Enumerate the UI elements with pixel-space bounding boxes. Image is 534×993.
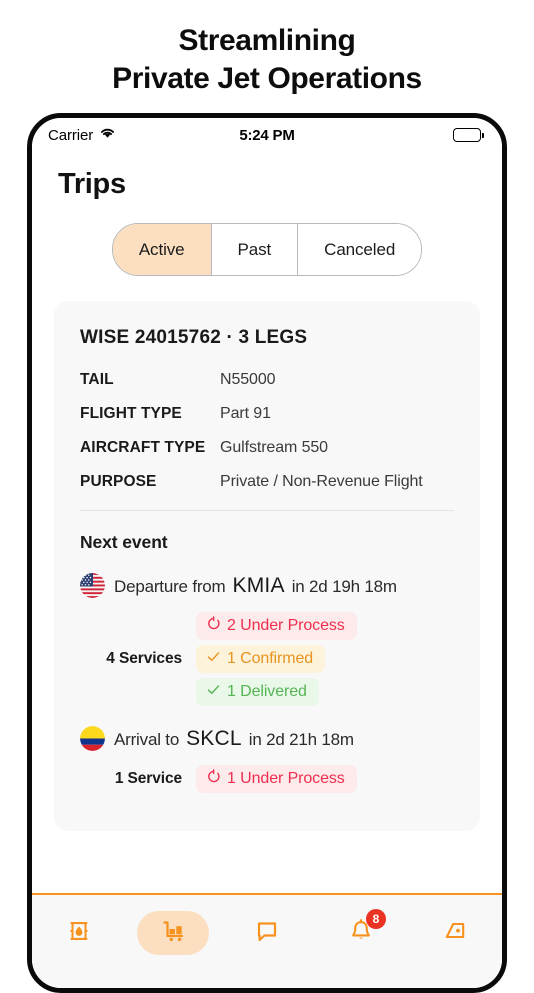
headline-line-2: Private Jet Operations (112, 61, 422, 95)
status-bar: Carrier 5:24 PM (32, 118, 502, 152)
page-title: Trips (58, 168, 126, 200)
bottom-tab-bar: 8 (32, 893, 502, 988)
departure-eta: in 2d 19h 18m (291, 576, 397, 596)
arrival-text: Arrival to SKCL in 2d 21h 18m (114, 727, 354, 751)
spec-value: Part 91 (220, 405, 271, 422)
spec-value: N55000 (220, 371, 276, 388)
badge-label: 2 Under Process (227, 617, 345, 634)
spec-label: TAIL (80, 371, 114, 388)
trip-filter-wrap: Active Past Canceled (32, 223, 502, 276)
status-badge-confirmed[interactable]: 1 Confirmed (196, 645, 326, 673)
notification-badge-count: 8 (366, 909, 386, 929)
aircraft-tail-icon (440, 916, 470, 951)
departure-airport-code: KMIA (232, 573, 285, 597)
page-headline: Streamlining Private Jet Operations (0, 0, 534, 97)
tab-past[interactable]: Past (211, 224, 299, 275)
arrival-badges: 1 Under Process (196, 765, 357, 793)
status-badge-under-process[interactable]: 1 Under Process (196, 765, 357, 793)
status-badge-delivered[interactable]: 1 Delivered (196, 678, 319, 706)
departure-services-count: 4 Services (106, 650, 182, 667)
headline-line-1: Streamlining (178, 24, 356, 57)
colombia-flag-icon (80, 726, 105, 751)
fuel-barrel-icon (64, 916, 94, 951)
trip-card-title: WISE 24015762 · 3 LEGS (80, 327, 308, 348)
chat-bubble-icon (252, 916, 282, 951)
spec-value: Gulfstream 550 (220, 439, 328, 456)
refresh-icon (206, 769, 221, 789)
spec-row-tail: TAIL N55000 (80, 371, 454, 389)
badge-label: 1 Confirmed (227, 650, 314, 667)
badge-label: 1 Under Process (227, 770, 345, 787)
spec-row-purpose: PURPOSE Private / Non-Revenue Flight (80, 473, 454, 491)
arrival-services: 1 Service 1 Under Process (80, 765, 454, 793)
battery-full-icon (452, 128, 481, 142)
departure-text: Departure from KMIA in 2d 19h 18m (114, 574, 397, 598)
service-cart-icon (158, 916, 188, 951)
status-bar-right (452, 128, 484, 142)
trip-filter-segmented-control[interactable]: Active Past Canceled (111, 223, 423, 276)
spec-label: FLIGHT TYPE (80, 405, 182, 422)
us-flag-icon (80, 573, 105, 598)
status-time: 5:24 PM (239, 126, 295, 144)
battery-cap (482, 132, 484, 138)
event-departure: Departure from KMIA in 2d 19h 18m (80, 573, 454, 598)
refresh-icon (206, 616, 221, 636)
card-divider (80, 510, 454, 511)
phone-mockup: Carrier 5:24 PM Trips Active Past Cancel… (27, 113, 507, 993)
spec-row-flight-type: FLIGHT TYPE Part 91 (80, 405, 454, 423)
tab-services-active-pill (137, 911, 209, 955)
check-icon (206, 649, 221, 669)
event-arrival: Arrival to SKCL in 2d 21h 18m (80, 726, 454, 751)
departure-services: 4 Services 2 Under Process 1 Confirmed 1… (80, 612, 454, 706)
arrival-services-count: 1 Service (114, 770, 182, 787)
tab-canceled[interactable]: Canceled (298, 224, 422, 275)
badge-label: 1 Delivered (227, 683, 307, 700)
departure-badges: 2 Under Process 1 Confirmed 1 Delivered (196, 612, 357, 706)
trip-card[interactable]: WISE 24015762 · 3 LEGS TAIL N55000 FLIGH… (54, 301, 480, 831)
spec-row-aircraft-type: AIRCRAFT TYPE Gulfstream 550 (80, 439, 454, 457)
spec-label: AIRCRAFT TYPE (80, 439, 206, 456)
app-screen: Trips Active Past Canceled WISE 24015762… (32, 152, 502, 988)
arrival-airport-code: SKCL (186, 726, 242, 750)
arrival-action: Arrival to (114, 729, 180, 749)
next-event-title: Next event (80, 532, 168, 552)
status-badge-under-process[interactable]: 2 Under Process (196, 612, 357, 640)
tab-active[interactable]: Active (112, 224, 212, 275)
departure-action: Departure from (114, 576, 226, 596)
spec-value: Private / Non-Revenue Flight (220, 473, 423, 490)
arrival-eta: in 2d 21h 18m (248, 729, 354, 749)
spec-label: PURPOSE (80, 473, 157, 490)
check-icon (206, 682, 221, 702)
